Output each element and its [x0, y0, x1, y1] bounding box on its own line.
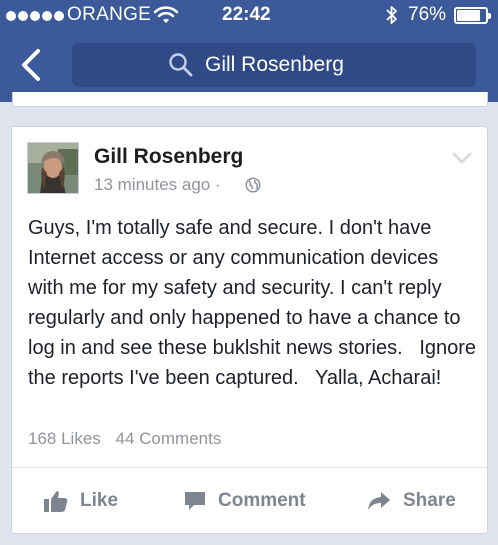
- like-label: Like: [80, 490, 119, 511]
- post-timestamp[interactable]: 13 minutes ago: [94, 175, 210, 194]
- status-time: 22:42: [222, 4, 271, 25]
- bluetooth-icon: [386, 6, 397, 24]
- thumbs-up-icon: [44, 491, 68, 512]
- battery-percentage: 76%: [408, 4, 447, 25]
- carrier-name: ORANGE: [67, 4, 152, 25]
- share-arrow-icon: [368, 492, 390, 510]
- search-icon: [169, 53, 193, 77]
- search-query: Gill Rosenberg: [205, 53, 344, 76]
- post-stats: 168 Likes 44 Comments: [28, 429, 231, 449]
- post-meta: 13 minutes ago ·: [94, 175, 221, 195]
- like-count[interactable]: 168 Likes: [28, 429, 101, 448]
- status-bar: ORANGE 22:42 76%: [0, 0, 498, 32]
- post-author[interactable]: Gill Rosenberg: [94, 145, 243, 169]
- post-options-chevron-icon[interactable]: [452, 151, 472, 165]
- previous-post-card-edge: [12, 92, 488, 107]
- comment-icon: [185, 492, 205, 510]
- header-bar: ORANGE 22:42 76% Gill Rosenberg: [0, 0, 498, 102]
- avatar[interactable]: [27, 142, 79, 194]
- meta-separator: ·: [214, 175, 221, 194]
- globe-icon: [245, 177, 261, 193]
- post-text: Guys, I'm totally safe and secure. I don…: [28, 217, 482, 389]
- comment-button[interactable]: Comment: [184, 487, 306, 515]
- share-button[interactable]: Share: [367, 487, 456, 515]
- wifi-icon: [153, 6, 179, 23]
- share-label: Share: [403, 490, 456, 511]
- divider: [12, 467, 487, 468]
- back-button[interactable]: [16, 47, 48, 83]
- signal-strength-icon: [6, 11, 64, 21]
- comment-label: Comment: [218, 490, 306, 511]
- battery-icon: [454, 7, 491, 24]
- post-card: Gill Rosenberg 13 minutes ago · Guys, I'…: [11, 126, 488, 534]
- search-field[interactable]: Gill Rosenberg: [72, 43, 476, 87]
- comment-count[interactable]: 44 Comments: [116, 429, 222, 448]
- profile-photo: [28, 143, 78, 193]
- like-button[interactable]: Like: [44, 487, 118, 515]
